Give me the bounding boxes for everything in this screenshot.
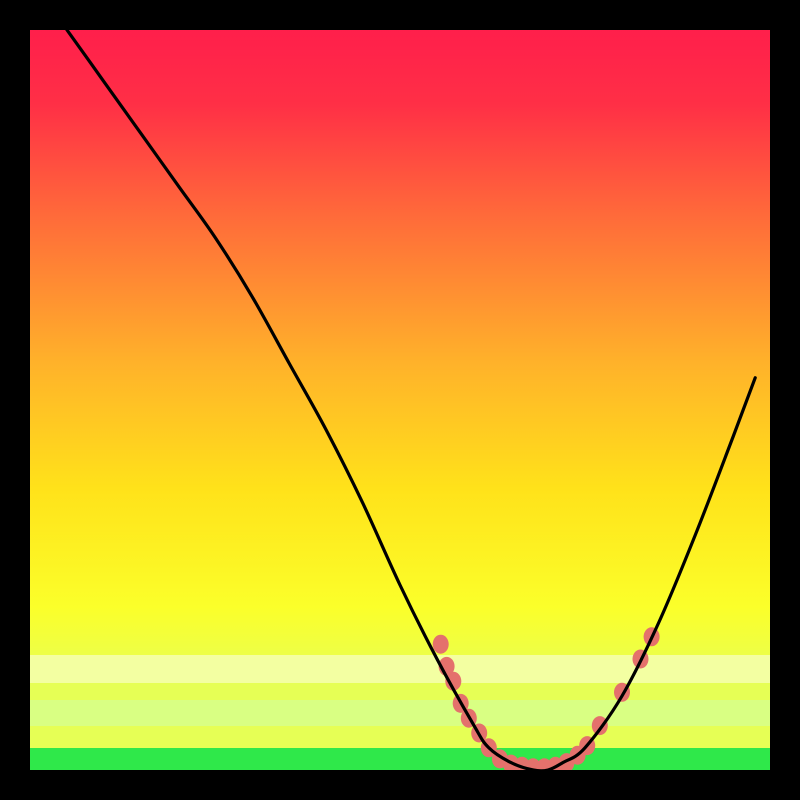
green-band	[30, 748, 770, 770]
haze-band-1	[30, 655, 770, 683]
chart-stage: TheBottleneck.com	[0, 0, 800, 800]
haze-band-2	[30, 700, 770, 726]
bottleneck-chart	[0, 0, 800, 800]
curve-marker	[433, 635, 449, 654]
